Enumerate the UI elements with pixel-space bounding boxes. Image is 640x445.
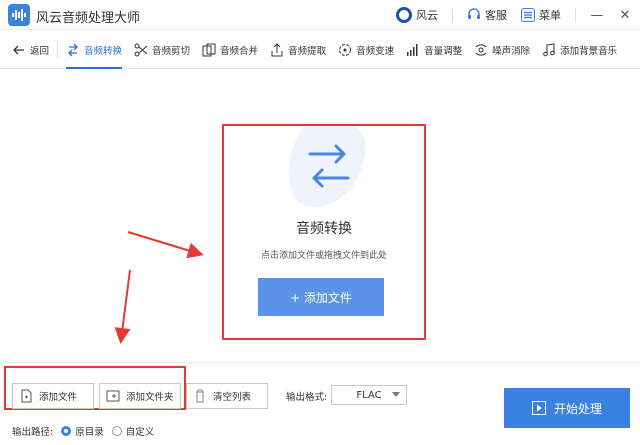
start-processing-button[interactable]: 开始处理 [504, 388, 630, 428]
tab-label: 噪声消除 [492, 45, 531, 57]
start-processing-label: 开始处理 [553, 401, 602, 416]
volume-bars-icon [407, 43, 418, 56]
tab-audio-merge[interactable]: 音频合并 [196, 31, 264, 69]
add-folder-button[interactable]: 添加文件夹 [99, 383, 181, 409]
tab-audio-convert[interactable]: 音频转换 [60, 31, 128, 69]
radio-checked-icon [61, 426, 72, 436]
folder-add-icon [106, 390, 120, 402]
chevron-down-icon [392, 392, 400, 397]
radio-custom-dir[interactable]: 自定义 [111, 424, 155, 438]
drop-title: 音频转换 [296, 221, 352, 237]
back-label: 返回 [30, 45, 50, 57]
app-title: 风云音频处理大师 [36, 11, 141, 26]
clear-list-label: 清空列表 [213, 392, 252, 403]
toolbar-divider [57, 41, 59, 58]
tab-audio-cut[interactable]: 音频剪切 [128, 31, 196, 69]
main-toolbar: 返回 音频转换 音频剪切 音频合并 音频提取 音频变速 音量调整 噪声消除 添加… [0, 31, 640, 69]
tab-label: 音频剪切 [152, 45, 191, 57]
brand-label: 风云 [416, 9, 438, 22]
annotation-arrow-right [127, 231, 204, 259]
arrow-left-icon [13, 45, 24, 54]
output-path-row: 输出路径: 原目录 自定义 [12, 424, 154, 438]
customer-service-button[interactable]: 客服 [467, 7, 507, 23]
extract-icon [271, 42, 283, 56]
convert-icon [68, 43, 78, 56]
merge-icon [202, 43, 216, 56]
bottom-divider [0, 362, 640, 363]
service-label: 客服 [485, 9, 507, 22]
output-format-value: FLAC [356, 389, 382, 401]
tab-label: 音频合并 [220, 45, 259, 57]
clear-list-button[interactable]: 清空列表 [186, 383, 268, 409]
tab-label: 音频变速 [356, 45, 395, 57]
scissors-icon [134, 43, 148, 56]
tab-audio-extract[interactable]: 音频提取 [264, 31, 332, 69]
add-file-main-button[interactable]: + 添加文件 [258, 278, 384, 316]
brand-link[interactable]: 风云 [396, 7, 438, 23]
drop-area[interactable]: 音频转换 点击添加文件或拖拽文件到此处 + 添加文件 [222, 124, 426, 340]
tab-audio-speed[interactable]: 音频变速 [332, 31, 400, 69]
menu-label: 菜单 [539, 9, 561, 22]
menu-button[interactable]: 菜单 [521, 7, 561, 23]
trash-icon [196, 389, 204, 403]
radio-unchecked-icon [111, 426, 122, 436]
speed-icon [339, 43, 352, 56]
add-file-label: 添加文件 [39, 392, 78, 403]
back-button[interactable]: 返回 [6, 31, 55, 69]
menu-icon [521, 8, 535, 22]
tab-label: 添加背景音乐 [560, 45, 618, 57]
tab-noise-removal[interactable]: 噪声消除 [468, 31, 536, 69]
play-icon [531, 401, 546, 415]
radio-original-dir[interactable]: 原目录 [61, 424, 104, 438]
output-path-label: 输出路径: [12, 427, 54, 438]
output-format-select[interactable]: FLAC [331, 385, 407, 405]
tab-add-bgm[interactable]: 添加背景音乐 [536, 31, 623, 69]
output-format-label: 输出格式: [286, 392, 328, 403]
headset-icon [468, 8, 480, 19]
title-separator [452, 8, 453, 22]
tab-volume-adjust[interactable]: 音量调整 [400, 31, 468, 69]
radio-original-label: 原目录 [75, 427, 104, 438]
add-file-button[interactable]: 添加文件 [12, 383, 94, 409]
file-add-icon [21, 389, 32, 403]
title-separator-2 [575, 8, 576, 22]
tab-label: 音量调整 [424, 45, 463, 57]
close-button[interactable]: ✕ [618, 8, 632, 23]
radio-custom-label: 自定义 [125, 427, 155, 438]
title-bar: 风云音频处理大师 风云 客服 菜单 — ✕ [0, 0, 640, 30]
tab-label: 音频转换 [84, 45, 123, 57]
minimize-button[interactable]: — [590, 8, 604, 23]
brand-circle-icon [396, 7, 412, 23]
tab-label: 音频提取 [288, 45, 327, 57]
drop-subtitle: 点击添加文件或拖拽文件到此处 [260, 251, 387, 261]
convert-illustration-icon [289, 126, 366, 207]
noise-icon [475, 43, 487, 56]
annotation-arrow-down [114, 269, 131, 344]
add-folder-label: 添加文件夹 [126, 392, 174, 403]
app-logo-icon [8, 4, 30, 26]
music-note-icon [543, 42, 555, 56]
